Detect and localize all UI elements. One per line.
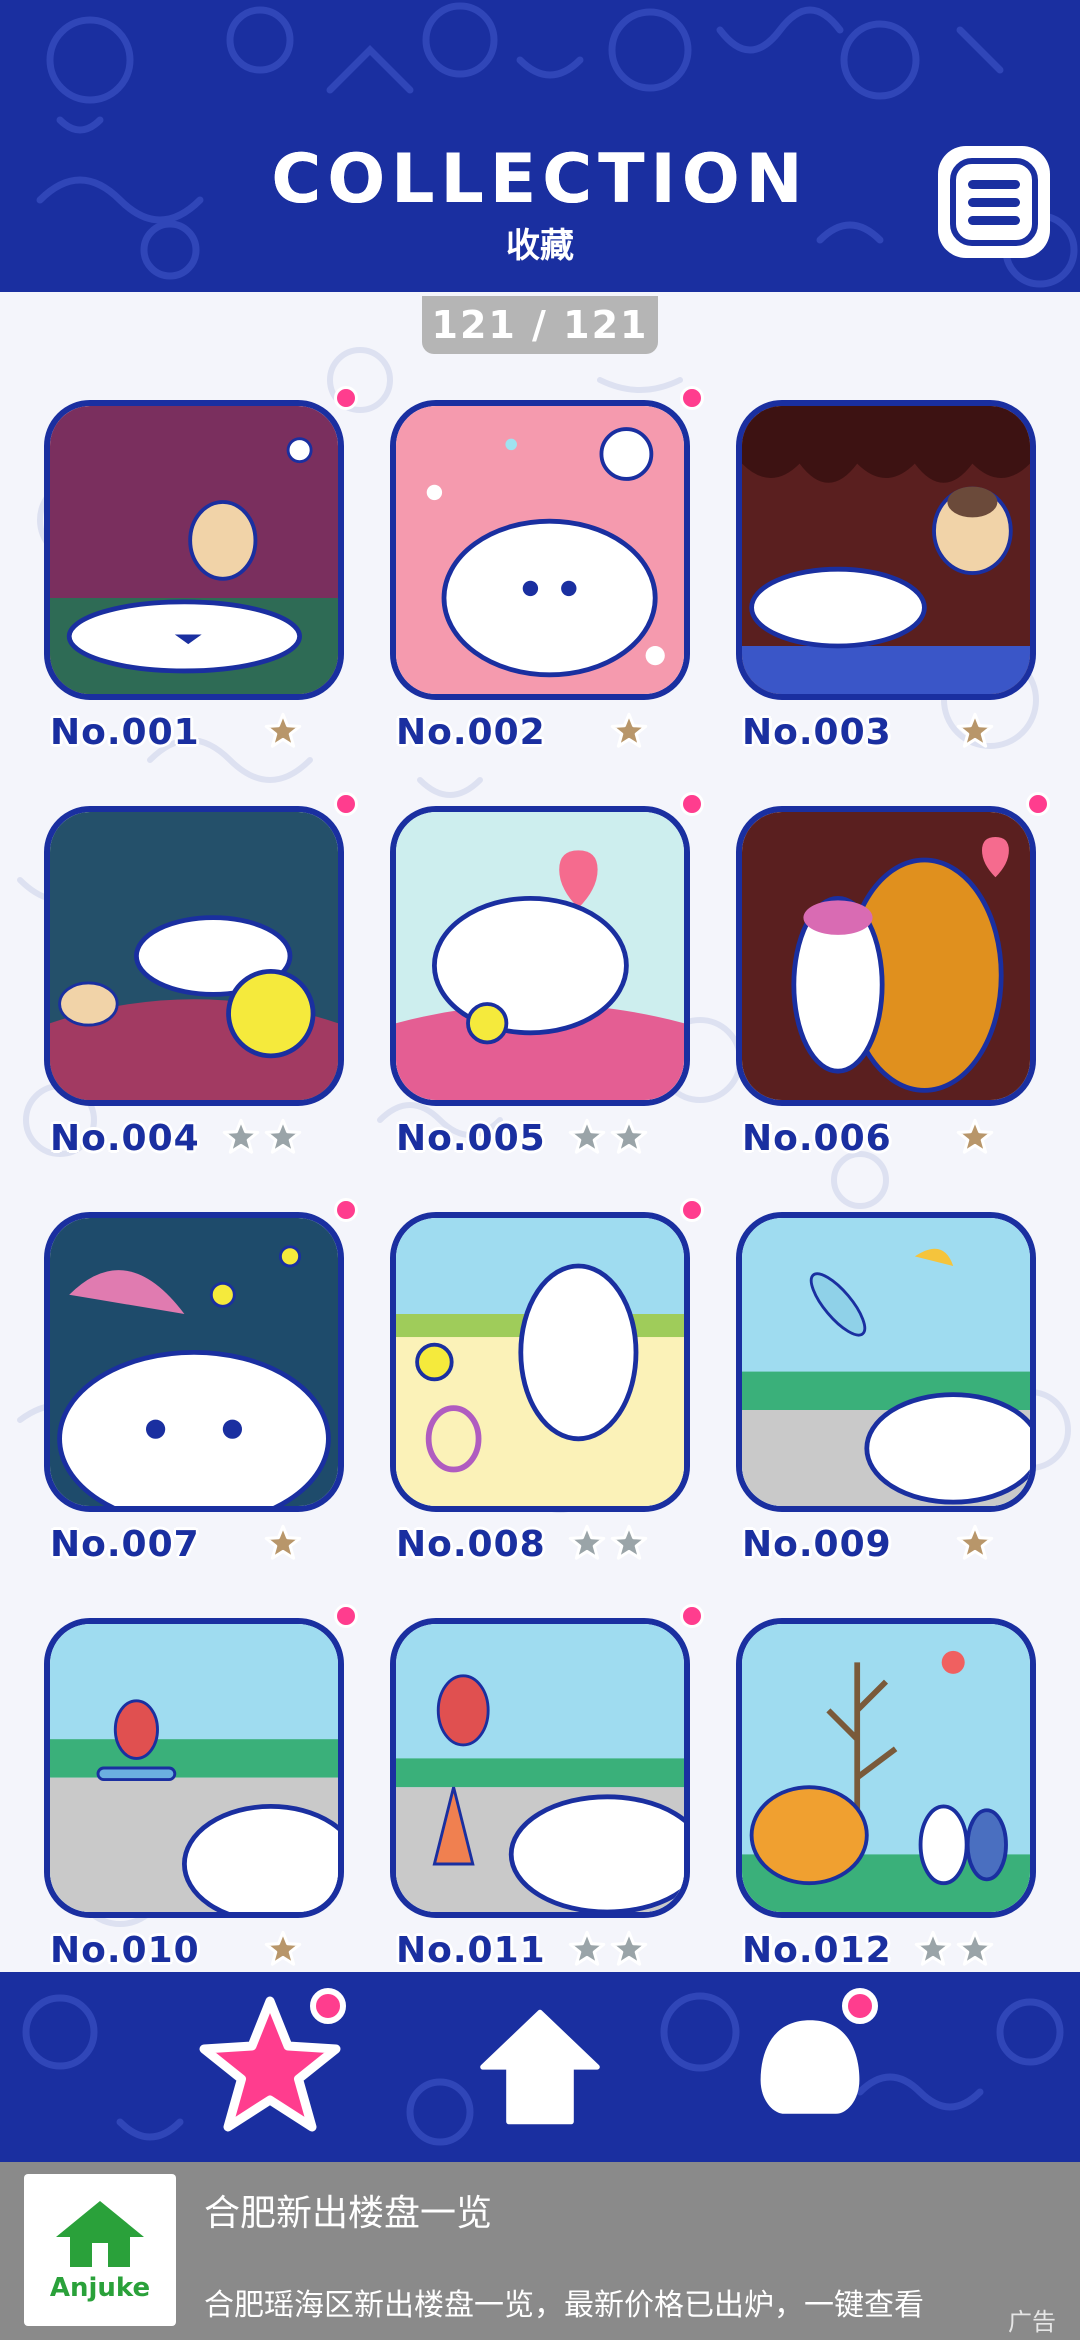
- new-indicator-dot: [680, 386, 704, 410]
- nav-collection-tab[interactable]: [190, 1982, 350, 2152]
- star-earned-icon: [264, 1524, 302, 1560]
- collection-card-008[interactable]: [390, 1212, 690, 1512]
- nav-badge-dot: [310, 1988, 346, 2024]
- star-empty-icon: [568, 1930, 606, 1966]
- new-indicator-dot: [334, 1604, 358, 1628]
- card-number: No.008: [396, 1524, 546, 1565]
- star-earned-icon: [264, 1930, 302, 1966]
- card-number: No.011: [396, 1930, 546, 1971]
- star-empty-icon: [568, 1118, 606, 1154]
- star-empty-icon: [222, 1118, 260, 1154]
- star-earned-icon: [264, 712, 302, 748]
- star-empty-icon: [264, 1118, 302, 1154]
- scene-image: [742, 406, 1030, 694]
- ad-label: 广告: [1008, 2308, 1056, 2336]
- scene-image: [396, 1218, 684, 1506]
- house-icon: [56, 2201, 144, 2267]
- star-earned-icon: [956, 1524, 994, 1560]
- scene-image: [396, 812, 684, 1100]
- card-number: No.007: [50, 1524, 200, 1565]
- star-empty-icon: [610, 1524, 648, 1560]
- star-rating: [956, 1524, 994, 1562]
- star-rating: [264, 1930, 302, 1968]
- card-number: No.010: [50, 1930, 200, 1971]
- nav-dog-tab[interactable]: [730, 1982, 890, 2152]
- card-number: No.006: [742, 1118, 892, 1159]
- star-earned-icon: [956, 712, 994, 748]
- card-number: No.003: [742, 712, 892, 753]
- star-rating: [568, 1524, 648, 1562]
- ad-title: 合肥新出楼盘一览: [204, 2193, 493, 2234]
- new-indicator-dot: [680, 1198, 704, 1222]
- collection-screen: COLLECTION 收藏 121 / 121 No.001 No.002 No…: [0, 0, 1080, 2340]
- collection-card-011[interactable]: [390, 1618, 690, 1918]
- star-rating: [956, 712, 994, 750]
- card-number: No.002: [396, 712, 546, 753]
- star-rating: [264, 1524, 302, 1562]
- star-empty-icon: [610, 1118, 648, 1154]
- new-indicator-dot: [680, 1604, 704, 1628]
- scene-image: [742, 812, 1030, 1100]
- ad-banner[interactable]: Anjuke 合肥新出楼盘一览 合肥瑶海区新出楼盘一览，最新价格已出炉，一键查看…: [0, 2162, 1080, 2340]
- collection-card-005[interactable]: [390, 806, 690, 1106]
- star-rating: [568, 1118, 648, 1156]
- collection-card-002[interactable]: [390, 400, 690, 700]
- collection-card-001[interactable]: [44, 400, 344, 700]
- scene-image: [396, 1624, 684, 1912]
- collection-card-003[interactable]: [736, 400, 1036, 700]
- nav-home-tab[interactable]: [460, 1982, 620, 2152]
- star-rating: [610, 712, 648, 750]
- scene-image: [50, 406, 338, 694]
- scene-image: [50, 812, 338, 1100]
- star-rating: [568, 1930, 648, 1968]
- card-number: No.012: [742, 1930, 892, 1971]
- star-rating: [222, 1118, 302, 1156]
- card-number: No.004: [50, 1118, 200, 1159]
- new-indicator-dot: [334, 1198, 358, 1222]
- card-number: No.009: [742, 1524, 892, 1565]
- collection-card-009[interactable]: [736, 1212, 1036, 1512]
- star-rating: [264, 712, 302, 750]
- star-empty-icon: [956, 1930, 994, 1966]
- scene-image: [742, 1624, 1030, 1912]
- card-number: No.001: [50, 712, 200, 753]
- home-icon: [480, 2009, 600, 2125]
- nav-badge-dot: [842, 1988, 878, 2024]
- new-indicator-dot: [680, 792, 704, 816]
- collection-card-004[interactable]: [44, 806, 344, 1106]
- new-indicator-dot: [334, 386, 358, 410]
- ad-description: 合肥瑶海区新出楼盘一览，最新价格已出炉，一键查看: [204, 2288, 924, 2323]
- collection-card-010[interactable]: [44, 1618, 344, 1918]
- scene-image: [396, 406, 684, 694]
- new-indicator-dot: [334, 792, 358, 816]
- star-empty-icon: [568, 1524, 606, 1560]
- anjuke-logo: Anjuke: [24, 2174, 176, 2326]
- collection-card-012[interactable]: [736, 1618, 1036, 1918]
- scene-image: [742, 1218, 1030, 1506]
- scene-image: [50, 1624, 338, 1912]
- star-earned-icon: [956, 1118, 994, 1154]
- star-rating: [914, 1930, 994, 1968]
- ad-brand-name: Anjuke: [49, 2273, 151, 2303]
- scene-image: [50, 1218, 338, 1506]
- bottom-navigation: [0, 1972, 1080, 2162]
- star-empty-icon: [610, 1930, 648, 1966]
- star-earned-icon: [610, 712, 648, 748]
- card-number: No.005: [396, 1118, 546, 1159]
- star-empty-icon: [914, 1930, 952, 1966]
- new-indicator-dot: [1026, 792, 1050, 816]
- collection-card-006[interactable]: [736, 806, 1036, 1106]
- collection-card-007[interactable]: [44, 1212, 344, 1512]
- star-rating: [956, 1118, 994, 1156]
